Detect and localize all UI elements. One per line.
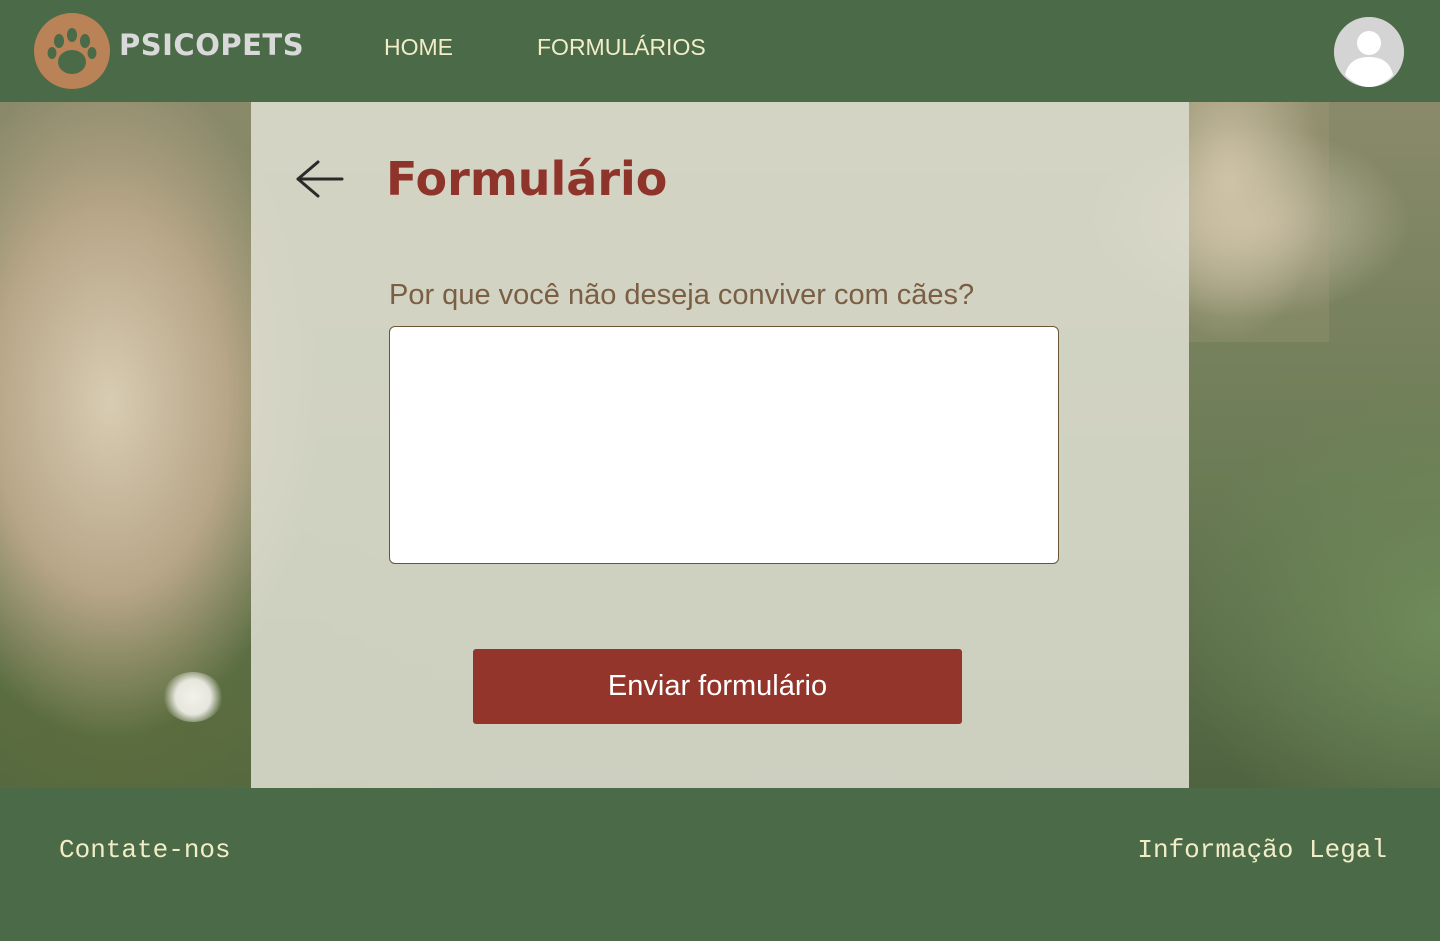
question-label: Por que você não deseja conviver com cãe…: [389, 279, 975, 311]
nav-home[interactable]: HOME: [384, 34, 453, 61]
answer-textarea[interactable]: [389, 326, 1059, 564]
footer-contact-link[interactable]: Contate-nos: [59, 835, 231, 865]
arrow-left-icon[interactable]: [294, 158, 346, 202]
brand-name: PSICOPETS: [119, 28, 305, 62]
user-avatar-icon: [1334, 17, 1404, 87]
logo[interactable]: [34, 13, 110, 89]
user-avatar[interactable]: [1334, 17, 1404, 87]
footer-legal-link[interactable]: Informação Legal: [1137, 835, 1387, 865]
paw-icon: [47, 28, 97, 74]
page-title: Formulário: [386, 152, 668, 206]
top-navbar: PSICOPETS HOME FORMULÁRIOS: [0, 0, 1440, 102]
page: PSICOPETS HOME FORMULÁRIOS Formulário Po…: [0, 0, 1440, 941]
nav-formularios[interactable]: FORMULÁRIOS: [537, 34, 706, 61]
submit-form-button[interactable]: Enviar formulário: [473, 649, 962, 724]
daisy-flower: [163, 672, 223, 722]
dog-ear: [1189, 102, 1329, 342]
